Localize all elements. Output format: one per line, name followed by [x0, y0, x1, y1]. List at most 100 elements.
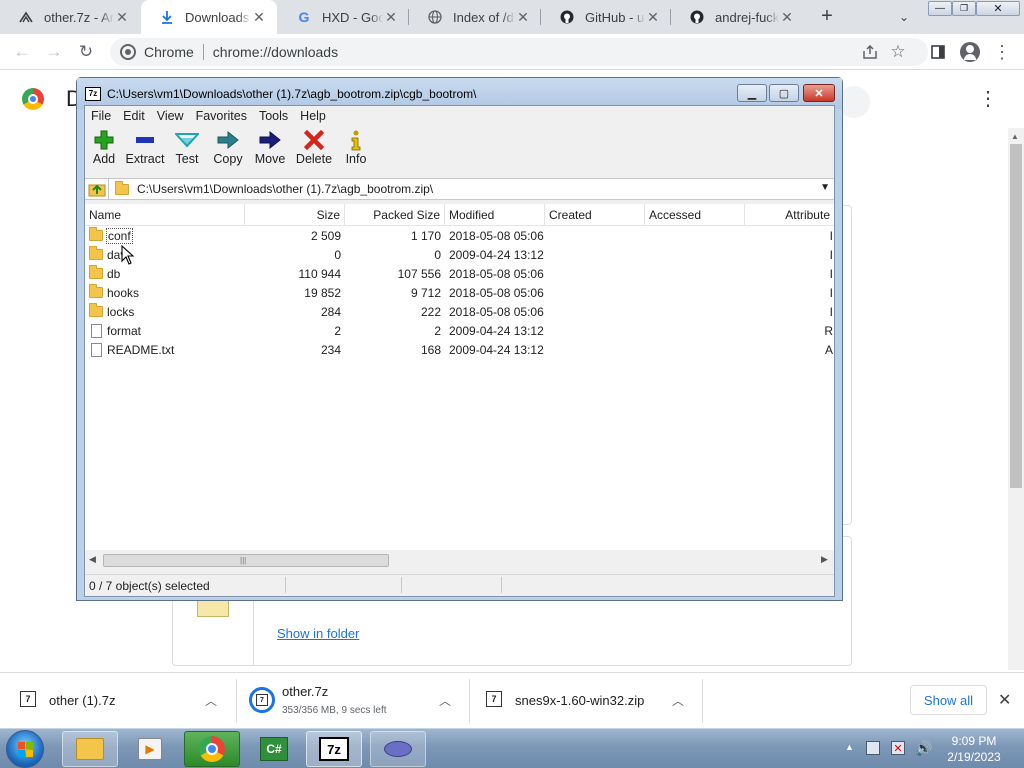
close-tab-icon[interactable]: ✕	[645, 9, 661, 25]
7zip-icon[interactable]: 7z	[306, 731, 362, 767]
table-row[interactable]: format 2 2 2009-04-24 13:12 R	[85, 321, 834, 340]
tab-search-chevron-icon[interactable]: ⌄	[894, 8, 914, 26]
cell-attribute: I	[829, 266, 833, 281]
minimize-button[interactable]: —	[928, 1, 952, 16]
menu-tools[interactable]: Tools	[253, 109, 294, 123]
page-scrollbar[interactable]: ▲ ▼	[1008, 128, 1024, 723]
menu-edit[interactable]: Edit	[117, 109, 151, 123]
page-menu-icon[interactable]: ⋮	[978, 86, 998, 111]
more-menu-icon[interactable]: ⋮	[988, 38, 1016, 66]
extract-icon	[134, 128, 156, 152]
explorer-icon[interactable]	[62, 731, 118, 767]
scroll-left-icon[interactable]: ◀	[89, 554, 96, 565]
close-tab-icon[interactable]: ✕	[251, 9, 267, 25]
close-shelf-icon[interactable]: ✕	[998, 690, 1011, 710]
delete-button[interactable]: Delete	[294, 128, 334, 172]
copy-button[interactable]: Copy	[210, 128, 246, 172]
test-icon	[175, 128, 199, 152]
chevron-up-icon[interactable]: ︿	[439, 692, 451, 709]
table-row[interactable]: conf 2 509 1 170 2018-05-08 05:06 I	[85, 226, 834, 245]
back-arrow-icon[interactable]: ←	[8, 38, 36, 66]
close-tab-icon[interactable]: ✕	[383, 9, 399, 25]
menu-favorites[interactable]: Favorites	[190, 109, 253, 123]
column-created[interactable]: Created	[545, 204, 645, 226]
column-modified[interactable]: Modified	[445, 204, 545, 226]
tab-downloads[interactable]: Downloads ✕	[141, 0, 277, 34]
download-item-other[interactable]: 7 other.7z 353/356 MB, 9 secs left ︿	[237, 673, 469, 729]
up-folder-icon[interactable]	[85, 179, 109, 199]
action-center-icon[interactable]	[866, 741, 880, 755]
zip-file-icon	[197, 599, 229, 617]
chevron-up-icon[interactable]: ︿	[672, 692, 684, 709]
file-name: hooks	[107, 285, 140, 300]
table-row[interactable]: locks 284 222 2018-05-08 05:06 I	[85, 302, 834, 321]
cell-size: 234	[320, 342, 341, 357]
table-row[interactable]: dav 0 0 2009-04-24 13:12 I	[85, 245, 834, 264]
test-button[interactable]: Test	[171, 128, 203, 172]
info-icon	[349, 128, 363, 152]
tab-index-of-dl[interactable]: Index of /dl ✕	[409, 0, 541, 34]
scroll-right-icon[interactable]: ▶	[821, 554, 828, 565]
bookmark-star-icon[interactable]: ☆	[884, 38, 912, 66]
7zip-maximize-button[interactable]: ▢	[769, 84, 799, 102]
tab-github-user[interactable]: GitHub - use ✕	[541, 0, 671, 34]
download-item-other-1[interactable]: 7 other (1).7z ︿	[0, 673, 236, 729]
7zip-close-button[interactable]: ✕	[803, 84, 835, 102]
reload-icon[interactable]: ↻	[72, 38, 100, 66]
selection-status: 0 / 7 object(s) selected	[89, 578, 210, 593]
column-packed-size[interactable]: Packed Size	[345, 204, 445, 226]
column-attribute[interactable]: Attribute	[745, 204, 834, 226]
table-row[interactable]: README.txt 234 168 2009-04-24 13:12 A	[85, 340, 834, 359]
tray-chevron-icon[interactable]: ▲	[845, 742, 854, 752]
info-button[interactable]: Info	[341, 128, 371, 172]
cell-packed-size: 0	[434, 247, 441, 262]
menu-file[interactable]: File	[85, 109, 117, 123]
new-tab-button[interactable]: +	[816, 5, 838, 27]
menu-help[interactable]: Help	[294, 109, 332, 123]
column-name[interactable]: Name	[85, 204, 245, 226]
archive-icon	[18, 9, 34, 25]
add-button[interactable]: Add	[88, 128, 120, 172]
omnibox[interactable]: Chrome chrome://downloads	[110, 38, 928, 66]
share-icon[interactable]	[856, 38, 884, 66]
table-row[interactable]: db 110 944 107 556 2018-05-08 05:06 I	[85, 264, 834, 283]
clock-date[interactable]: 2/19/2023	[944, 750, 1004, 764]
download-item-snes9x[interactable]: 7 snes9x-1.60-win32.zip ︿	[470, 673, 702, 729]
volume-icon[interactable]: 🔊	[915, 740, 932, 757]
cell-size: 19 852	[304, 285, 341, 300]
address-bar[interactable]: C:\Users\vm1\Downloads\other (1).7z\agb_…	[85, 178, 834, 200]
side-panel-icon[interactable]	[924, 38, 952, 66]
tab-hxd-google[interactable]: G HXD - Googl ✕	[278, 0, 409, 34]
tab-other-7z[interactable]: other.7z - Ar ✕	[0, 0, 140, 34]
extract-button[interactable]: Extract	[123, 128, 167, 172]
clock-time[interactable]: 9:09 PM	[944, 734, 1004, 748]
chevron-down-icon[interactable]: ▼	[820, 182, 830, 193]
show-all-button[interactable]: Show all	[910, 685, 987, 715]
file-name: format	[107, 323, 142, 338]
download-icon	[159, 9, 175, 25]
csharp-icon[interactable]: C#	[246, 731, 302, 767]
chevron-up-icon[interactable]: ︿	[205, 692, 217, 709]
column-size[interactable]: Size	[245, 204, 345, 226]
show-in-folder-link[interactable]: Show in folder	[277, 626, 359, 641]
close-tab-icon[interactable]: ✕	[114, 9, 130, 25]
table-row[interactable]: hooks 19 852 9 712 2018-05-08 05:06 I	[85, 283, 834, 302]
7zip-minimize-button[interactable]: ▁	[737, 84, 767, 102]
start-button[interactable]	[6, 730, 44, 768]
network-icon[interactable]	[370, 731, 426, 767]
forward-arrow-icon[interactable]: →	[40, 38, 68, 66]
scroll-thumb[interactable]: |||	[103, 554, 389, 567]
network-status-icon[interactable]: ✕	[891, 741, 905, 755]
profile-avatar-icon[interactable]	[956, 38, 984, 66]
media-player-icon[interactable]: ▶	[122, 731, 178, 767]
horizontal-scrollbar[interactable]: ◀ ||| ▶	[85, 552, 834, 569]
close-tab-icon[interactable]: ✕	[779, 9, 795, 25]
close-tab-icon[interactable]: ✕	[515, 9, 531, 25]
move-button[interactable]: Move	[252, 128, 288, 172]
restore-button[interactable]: ❐	[952, 1, 976, 16]
column-accessed[interactable]: Accessed	[645, 204, 745, 226]
tab-github-andrej[interactable]: andrej-fucke ✕	[671, 0, 805, 34]
close-window-button[interactable]: ✕	[976, 1, 1020, 16]
menu-view[interactable]: View	[151, 109, 190, 123]
chrome-icon[interactable]	[184, 731, 240, 767]
